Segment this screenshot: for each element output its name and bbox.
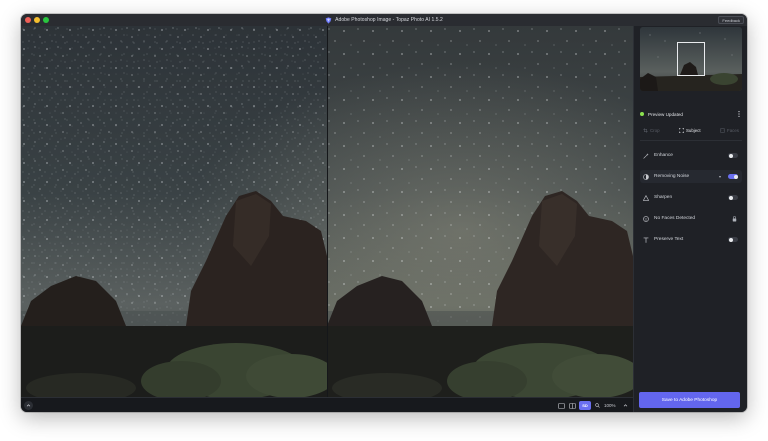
- save-to-photoshop-button[interactable]: Save to Adobe Photoshop: [639, 392, 740, 408]
- single-view-icon: [558, 402, 565, 409]
- chevron-up-icon: [26, 404, 31, 407]
- face-icon: [643, 215, 649, 222]
- remove-noise-toggle[interactable]: [728, 174, 738, 179]
- night-sky-photo-denoised: [327, 26, 633, 397]
- remove-noise-model-row[interactable]: Removing Noise ▾: [640, 170, 742, 183]
- zoom-button[interactable]: [594, 401, 601, 410]
- sharpen-model-row[interactable]: Sharpen: [640, 191, 742, 204]
- bottom-toolbar: SD 100%: [21, 397, 633, 412]
- preserve-text-label: Preserve Text: [654, 237, 684, 242]
- face-recovery-label: No Faces Detected: [654, 216, 696, 221]
- magnifier-icon: [595, 403, 600, 408]
- collapse-panel-button[interactable]: [24, 401, 33, 410]
- navigator-thumbnail[interactable]: [640, 27, 742, 91]
- title-bar: Adobe Photoshop Image - Topaz Photo AI 1…: [21, 14, 747, 26]
- viewport-frame[interactable]: [677, 42, 705, 76]
- image-canvas[interactable]: [21, 26, 633, 397]
- preview-status: Preview Updated: [640, 110, 742, 118]
- preview-status-text: Preview Updated: [648, 111, 683, 117]
- subject-frame-icon: [678, 127, 684, 133]
- right-sidebar: Preview Updated Crop Subject Faces Enhan…: [633, 26, 747, 412]
- sharpen-label: Sharpen: [654, 195, 673, 200]
- crop-mode-label: Crop: [650, 127, 660, 133]
- preserve-text-model-row[interactable]: Preserve Text: [640, 233, 742, 246]
- zoom-dropdown-button[interactable]: [622, 401, 629, 410]
- crop-mode-button[interactable]: Crop: [643, 128, 660, 133]
- toggle-knob: [728, 153, 733, 158]
- status-indicator-icon: [640, 112, 644, 116]
- sharpen-triangle-icon: [643, 194, 649, 201]
- divider: [640, 140, 742, 141]
- maximize-window-button[interactable]: [43, 17, 49, 23]
- enhance-wand-icon: [643, 152, 649, 159]
- side-by-side-view-button[interactable]: SD: [579, 401, 591, 410]
- face-icon: [720, 127, 725, 133]
- title-group: Adobe Photoshop Image - Topaz Photo AI 1…: [325, 16, 443, 24]
- text-icon: [643, 237, 649, 243]
- lock-icon: [732, 215, 737, 221]
- minimize-window-button[interactable]: [34, 17, 40, 23]
- zoom-level[interactable]: 100%: [604, 403, 616, 408]
- compare-split-handle[interactable]: [326, 26, 328, 397]
- app-window: Adobe Photoshop Image - Topaz Photo AI 1…: [21, 14, 747, 412]
- original-image-pane: [21, 26, 327, 397]
- faces-mode-label: Faces: [727, 127, 739, 133]
- split-view-icon: [569, 402, 576, 409]
- enhance-toggle[interactable]: [728, 153, 738, 158]
- processed-image-pane: [327, 26, 633, 397]
- single-view-button[interactable]: [557, 401, 566, 410]
- faces-mode-button[interactable]: Faces: [720, 128, 739, 133]
- toggle-knob: [733, 174, 738, 179]
- sharpen-toggle[interactable]: [728, 195, 738, 200]
- enhance-label: Enhance: [654, 153, 673, 158]
- noise-icon: [643, 173, 649, 180]
- subject-mode-label: Subject: [685, 127, 701, 133]
- toggle-knob: [728, 237, 733, 242]
- face-recovery-model-row[interactable]: No Faces Detected: [640, 212, 742, 225]
- enhance-model-row[interactable]: Enhance: [640, 149, 742, 162]
- caret-down-icon[interactable]: ▾: [719, 174, 721, 179]
- crop-icon: [643, 127, 648, 133]
- night-sky-photo: [21, 26, 327, 397]
- split-view-button[interactable]: [568, 401, 577, 410]
- subject-mode-button[interactable]: Subject: [678, 127, 701, 133]
- close-window-button[interactable]: [25, 17, 31, 23]
- window-controls: [25, 17, 49, 23]
- toggle-knob: [728, 195, 733, 200]
- preserve-text-toggle[interactable]: [728, 237, 738, 242]
- more-options-icon[interactable]: [737, 110, 741, 118]
- chevron-up-icon: [623, 404, 628, 407]
- topaz-logo-icon: [325, 16, 332, 24]
- selection-modes: Crop Subject Faces: [640, 125, 742, 135]
- feedback-button[interactable]: Feedback: [718, 16, 744, 24]
- remove-noise-label: Removing Noise: [654, 174, 690, 179]
- window-title: Adobe Photoshop Image - Topaz Photo AI 1…: [335, 17, 443, 23]
